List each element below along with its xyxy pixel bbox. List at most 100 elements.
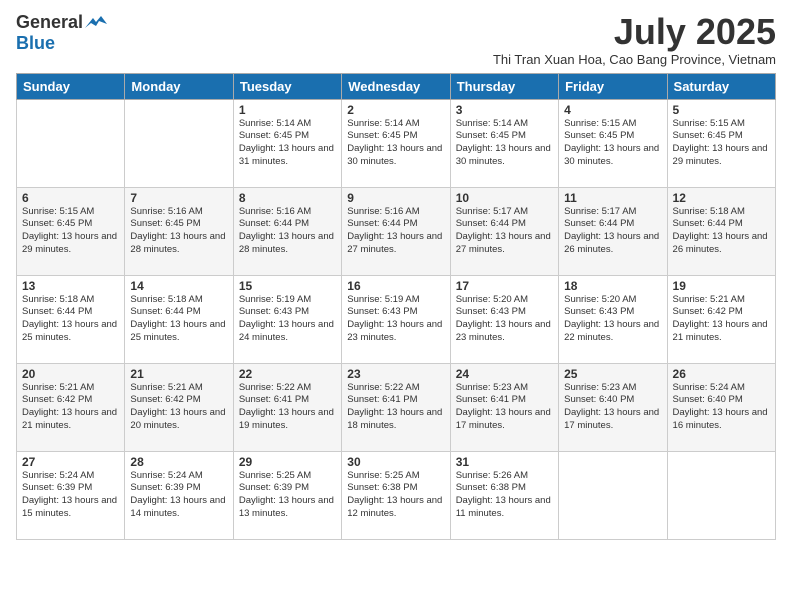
header-wednesday: Wednesday [342, 73, 450, 99]
calendar-cell: 13Sunrise: 5:18 AM Sunset: 6:44 PM Dayli… [17, 275, 125, 363]
day-info: Sunrise: 5:22 AM Sunset: 6:41 PM Dayligh… [239, 382, 336, 433]
calendar-week-2: 13Sunrise: 5:18 AM Sunset: 6:44 PM Dayli… [17, 275, 776, 363]
day-info: Sunrise: 5:25 AM Sunset: 6:38 PM Dayligh… [347, 470, 444, 521]
day-number: 13 [22, 279, 119, 293]
day-info: Sunrise: 5:19 AM Sunset: 6:43 PM Dayligh… [239, 294, 336, 345]
day-info: Sunrise: 5:14 AM Sunset: 6:45 PM Dayligh… [347, 118, 444, 169]
calendar-cell: 8Sunrise: 5:16 AM Sunset: 6:44 PM Daylig… [233, 187, 341, 275]
day-info: Sunrise: 5:23 AM Sunset: 6:41 PM Dayligh… [456, 382, 553, 433]
day-number: 1 [239, 103, 336, 117]
day-info: Sunrise: 5:24 AM Sunset: 6:39 PM Dayligh… [22, 470, 119, 521]
day-number: 26 [673, 367, 770, 381]
calendar-cell [559, 451, 667, 539]
day-number: 11 [564, 191, 661, 205]
day-number: 10 [456, 191, 553, 205]
calendar-cell: 11Sunrise: 5:17 AM Sunset: 6:44 PM Dayli… [559, 187, 667, 275]
calendar-cell: 22Sunrise: 5:22 AM Sunset: 6:41 PM Dayli… [233, 363, 341, 451]
title-section: July 2025 Thi Tran Xuan Hoa, Cao Bang Pr… [493, 12, 776, 67]
calendar-cell: 27Sunrise: 5:24 AM Sunset: 6:39 PM Dayli… [17, 451, 125, 539]
day-number: 29 [239, 455, 336, 469]
calendar-cell: 14Sunrise: 5:18 AM Sunset: 6:44 PM Dayli… [125, 275, 233, 363]
day-info: Sunrise: 5:17 AM Sunset: 6:44 PM Dayligh… [456, 206, 553, 257]
calendar: SundayMondayTuesdayWednesdayThursdayFrid… [16, 73, 776, 540]
day-number: 20 [22, 367, 119, 381]
day-number: 31 [456, 455, 553, 469]
day-info: Sunrise: 5:16 AM Sunset: 6:44 PM Dayligh… [239, 206, 336, 257]
calendar-cell: 15Sunrise: 5:19 AM Sunset: 6:43 PM Dayli… [233, 275, 341, 363]
day-info: Sunrise: 5:22 AM Sunset: 6:41 PM Dayligh… [347, 382, 444, 433]
day-number: 7 [130, 191, 227, 205]
calendar-cell: 12Sunrise: 5:18 AM Sunset: 6:44 PM Dayli… [667, 187, 775, 275]
day-info: Sunrise: 5:14 AM Sunset: 6:45 PM Dayligh… [456, 118, 553, 169]
day-info: Sunrise: 5:21 AM Sunset: 6:42 PM Dayligh… [673, 294, 770, 345]
day-number: 27 [22, 455, 119, 469]
header-saturday: Saturday [667, 73, 775, 99]
header-monday: Monday [125, 73, 233, 99]
calendar-cell: 7Sunrise: 5:16 AM Sunset: 6:45 PM Daylig… [125, 187, 233, 275]
calendar-cell: 31Sunrise: 5:26 AM Sunset: 6:38 PM Dayli… [450, 451, 558, 539]
calendar-week-0: 1Sunrise: 5:14 AM Sunset: 6:45 PM Daylig… [17, 99, 776, 187]
day-info: Sunrise: 5:17 AM Sunset: 6:44 PM Dayligh… [564, 206, 661, 257]
calendar-cell: 19Sunrise: 5:21 AM Sunset: 6:42 PM Dayli… [667, 275, 775, 363]
calendar-cell: 24Sunrise: 5:23 AM Sunset: 6:41 PM Dayli… [450, 363, 558, 451]
calendar-cell: 2Sunrise: 5:14 AM Sunset: 6:45 PM Daylig… [342, 99, 450, 187]
day-info: Sunrise: 5:23 AM Sunset: 6:40 PM Dayligh… [564, 382, 661, 433]
day-number: 3 [456, 103, 553, 117]
day-number: 5 [673, 103, 770, 117]
day-number: 28 [130, 455, 227, 469]
logo-blue-text: Blue [16, 33, 55, 54]
header-sunday: Sunday [17, 73, 125, 99]
day-number: 17 [456, 279, 553, 293]
calendar-week-4: 27Sunrise: 5:24 AM Sunset: 6:39 PM Dayli… [17, 451, 776, 539]
day-number: 14 [130, 279, 227, 293]
day-info: Sunrise: 5:21 AM Sunset: 6:42 PM Dayligh… [130, 382, 227, 433]
day-info: Sunrise: 5:16 AM Sunset: 6:45 PM Dayligh… [130, 206, 227, 257]
header-friday: Friday [559, 73, 667, 99]
page: General Blue July 2025 Thi Tran Xuan Hoa… [0, 0, 792, 612]
day-info: Sunrise: 5:18 AM Sunset: 6:44 PM Dayligh… [673, 206, 770, 257]
day-number: 12 [673, 191, 770, 205]
calendar-week-3: 20Sunrise: 5:21 AM Sunset: 6:42 PM Dayli… [17, 363, 776, 451]
day-number: 15 [239, 279, 336, 293]
calendar-cell: 28Sunrise: 5:24 AM Sunset: 6:39 PM Dayli… [125, 451, 233, 539]
calendar-header-row: SundayMondayTuesdayWednesdayThursdayFrid… [17, 73, 776, 99]
day-info: Sunrise: 5:26 AM Sunset: 6:38 PM Dayligh… [456, 470, 553, 521]
month-title: July 2025 [493, 12, 776, 52]
calendar-cell: 10Sunrise: 5:17 AM Sunset: 6:44 PM Dayli… [450, 187, 558, 275]
calendar-cell [17, 99, 125, 187]
calendar-cell: 18Sunrise: 5:20 AM Sunset: 6:43 PM Dayli… [559, 275, 667, 363]
day-number: 30 [347, 455, 444, 469]
day-number: 2 [347, 103, 444, 117]
calendar-week-1: 6Sunrise: 5:15 AM Sunset: 6:45 PM Daylig… [17, 187, 776, 275]
day-number: 6 [22, 191, 119, 205]
day-number: 8 [239, 191, 336, 205]
day-info: Sunrise: 5:16 AM Sunset: 6:44 PM Dayligh… [347, 206, 444, 257]
day-number: 22 [239, 367, 336, 381]
calendar-cell: 5Sunrise: 5:15 AM Sunset: 6:45 PM Daylig… [667, 99, 775, 187]
day-number: 23 [347, 367, 444, 381]
calendar-cell: 20Sunrise: 5:21 AM Sunset: 6:42 PM Dayli… [17, 363, 125, 451]
logo-bird-icon [85, 14, 107, 32]
calendar-cell: 29Sunrise: 5:25 AM Sunset: 6:39 PM Dayli… [233, 451, 341, 539]
logo: General Blue [16, 12, 107, 54]
day-number: 16 [347, 279, 444, 293]
day-info: Sunrise: 5:24 AM Sunset: 6:39 PM Dayligh… [130, 470, 227, 521]
calendar-cell: 6Sunrise: 5:15 AM Sunset: 6:45 PM Daylig… [17, 187, 125, 275]
day-info: Sunrise: 5:18 AM Sunset: 6:44 PM Dayligh… [22, 294, 119, 345]
day-number: 19 [673, 279, 770, 293]
day-info: Sunrise: 5:15 AM Sunset: 6:45 PM Dayligh… [564, 118, 661, 169]
header-tuesday: Tuesday [233, 73, 341, 99]
day-info: Sunrise: 5:14 AM Sunset: 6:45 PM Dayligh… [239, 118, 336, 169]
day-info: Sunrise: 5:15 AM Sunset: 6:45 PM Dayligh… [673, 118, 770, 169]
header: General Blue July 2025 Thi Tran Xuan Hoa… [16, 12, 776, 67]
day-info: Sunrise: 5:21 AM Sunset: 6:42 PM Dayligh… [22, 382, 119, 433]
calendar-cell: 16Sunrise: 5:19 AM Sunset: 6:43 PM Dayli… [342, 275, 450, 363]
calendar-cell: 30Sunrise: 5:25 AM Sunset: 6:38 PM Dayli… [342, 451, 450, 539]
day-number: 18 [564, 279, 661, 293]
calendar-cell: 4Sunrise: 5:15 AM Sunset: 6:45 PM Daylig… [559, 99, 667, 187]
calendar-cell [667, 451, 775, 539]
calendar-cell [125, 99, 233, 187]
day-info: Sunrise: 5:24 AM Sunset: 6:40 PM Dayligh… [673, 382, 770, 433]
header-thursday: Thursday [450, 73, 558, 99]
day-info: Sunrise: 5:19 AM Sunset: 6:43 PM Dayligh… [347, 294, 444, 345]
